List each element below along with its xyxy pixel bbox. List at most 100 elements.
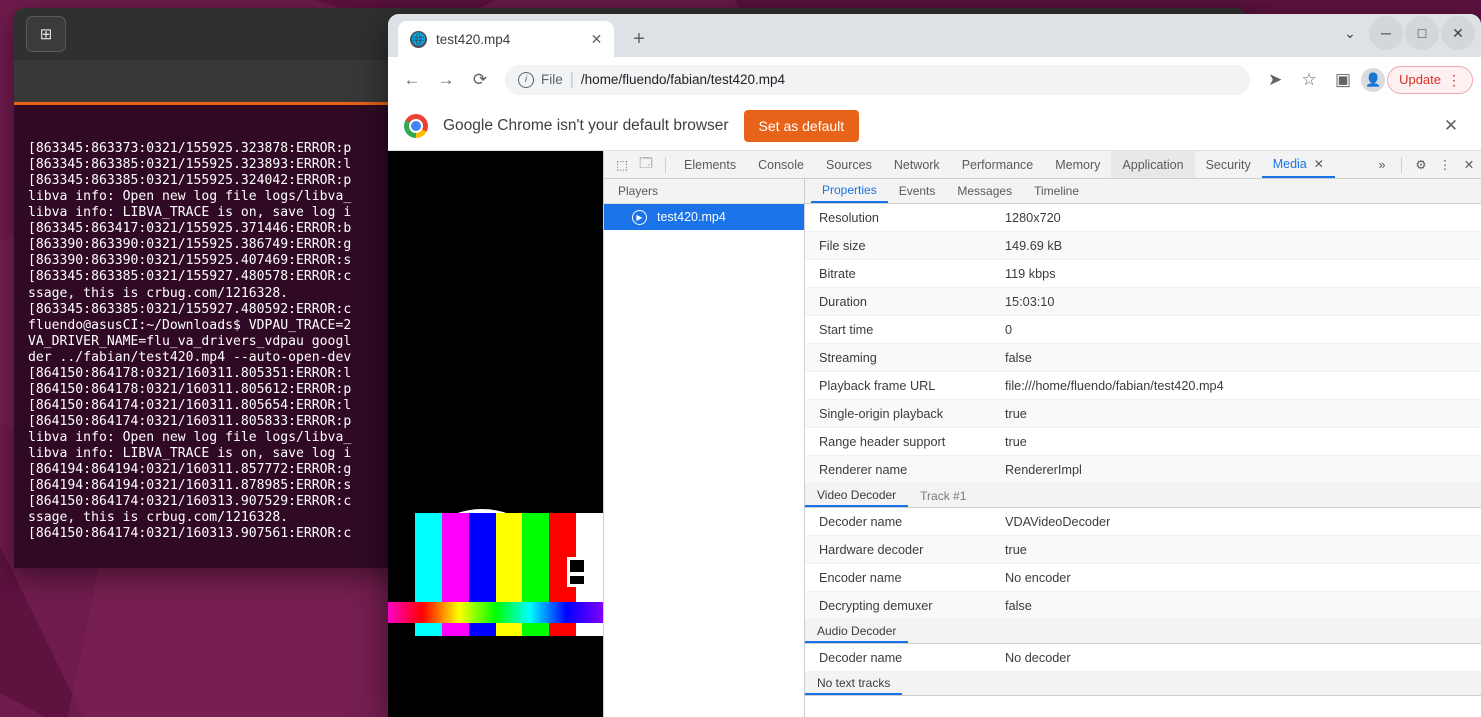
sub-tab-timeline[interactable]: Timeline — [1023, 179, 1090, 203]
property-row[interactable]: Renderer nameRendererImpl — [805, 456, 1481, 484]
property-row[interactable]: Hardware decodertrue — [805, 536, 1481, 564]
inspect-element-icon[interactable]: ⬚ — [610, 154, 634, 176]
section-track-tab[interactable]: Track #1 — [908, 484, 978, 507]
sub-tab-events[interactable]: Events — [888, 179, 947, 203]
color-bar — [469, 513, 496, 610]
devtools-tab-media[interactable]: Media ✕ — [1262, 151, 1335, 178]
set-as-default-button[interactable]: Set as default — [744, 110, 860, 142]
property-row[interactable]: Decrypting demuxerfalse — [805, 592, 1481, 620]
more-tabs-icon[interactable]: » — [1370, 154, 1394, 176]
color-bar — [469, 623, 496, 636]
property-key: Resolution — [807, 211, 1005, 225]
tab-label: Media — [1273, 157, 1307, 171]
property-row[interactable]: Playback frame URLfile:///home/fluendo/f… — [805, 372, 1481, 400]
properties-scroll[interactable]: Resolution1280x720File size149.69 kBBitr… — [805, 204, 1481, 717]
chevron-down-icon[interactable]: ⌄ — [1333, 16, 1367, 50]
property-key: Duration — [807, 295, 1005, 309]
tab-label: Elements — [684, 158, 736, 172]
close-window-button[interactable]: ✕ — [1441, 16, 1475, 50]
url-scheme-label: File — [541, 72, 563, 87]
devtools-tab-console[interactable]: Console — [747, 151, 815, 178]
banner-close-icon[interactable]: ✕ — [1437, 112, 1465, 140]
chrome-logo — [404, 114, 428, 138]
update-button[interactable]: Update ⋮ — [1387, 66, 1473, 94]
minimize-button[interactable]: ─ — [1369, 16, 1403, 50]
property-value: 0 — [1005, 323, 1012, 337]
new-tab-button[interactable]: + — [624, 24, 654, 54]
property-value: 119 kbps — [1005, 267, 1056, 281]
globe-icon: 🌐 — [410, 31, 427, 48]
color-bar — [442, 623, 469, 636]
share-icon[interactable]: ➤ — [1259, 64, 1291, 96]
reload-icon[interactable]: ⟳ — [464, 64, 496, 96]
player-list-item[interactable]: ▶ test420.mp4 — [604, 204, 804, 230]
divider — [1401, 157, 1402, 173]
devtools-tab-memory[interactable]: Memory — [1044, 151, 1111, 178]
devtools-body: Players ▶ test420.mp4 PropertiesEventsMe… — [604, 179, 1481, 717]
forward-icon[interactable]: → — [430, 64, 462, 96]
property-row[interactable]: Resolution1280x720 — [805, 204, 1481, 232]
close-icon[interactable]: ✕ — [587, 30, 606, 49]
devtools-tabbar: ⬚ 🗔 Elements Console SourcesNetworkPerform… — [604, 151, 1481, 179]
color-bar — [442, 513, 469, 610]
tab-label: Console — [758, 158, 804, 172]
gear-icon[interactable]: ⚙ — [1409, 154, 1433, 176]
property-value: 15:03:10 — [1005, 295, 1054, 309]
property-key: Range header support — [807, 435, 1005, 449]
property-row[interactable]: Decoder nameNo decoder — [805, 644, 1481, 672]
sub-tab-messages[interactable]: Messages — [946, 179, 1023, 203]
url-text[interactable]: /home/fluendo/fabian/test420.mp4 — [581, 72, 785, 87]
devtools-tab-sources[interactable]: Sources — [815, 151, 883, 178]
property-value: 149.69 kB — [1005, 239, 1062, 253]
chrome-browser-window[interactable]: 🌐 test420.mp4 ✕ + ⌄ ─ □ ✕ ← → ⟳ i File |… — [388, 14, 1481, 717]
devtools-panel: ⬚ 🗔 Elements Console SourcesNetworkPerform… — [603, 151, 1481, 717]
video-viewport[interactable] — [388, 151, 603, 717]
more-menu-icon[interactable]: ⋮ — [1447, 73, 1461, 87]
device-toolbar-icon[interactable]: 🗔 — [634, 154, 658, 176]
property-row[interactable]: Start time0 — [805, 316, 1481, 344]
tab-label: Security — [1206, 158, 1251, 172]
info-icon[interactable]: i — [518, 72, 534, 88]
devtools-tab-application[interactable]: Application — [1111, 151, 1194, 178]
sub-tab-properties[interactable]: Properties — [811, 179, 888, 203]
color-bar — [388, 513, 415, 610]
section-title[interactable]: Video Decoder — [805, 484, 908, 507]
section-header: Audio Decoder — [805, 620, 1481, 644]
property-row[interactable]: Streamingfalse — [805, 344, 1481, 372]
browser-tab[interactable]: 🌐 test420.mp4 ✕ — [398, 21, 614, 57]
devtools-tab-elements[interactable]: Elements — [673, 151, 747, 178]
property-row[interactable]: Duration15:03:10 — [805, 288, 1481, 316]
property-row[interactable]: Encoder nameNo encoder — [805, 564, 1481, 592]
color-bar — [522, 623, 549, 636]
section-title[interactable]: No text tracks — [805, 672, 902, 695]
bookmark-star-icon[interactable]: ☆ — [1293, 64, 1325, 96]
property-row[interactable]: Single-origin playbacktrue — [805, 400, 1481, 428]
devtools-tab-network[interactable]: Network — [883, 151, 951, 178]
side-panel-icon[interactable]: ▣ — [1327, 64, 1359, 96]
property-value: No encoder — [1005, 571, 1071, 585]
property-value: false — [1005, 599, 1032, 613]
divider — [665, 157, 666, 173]
back-icon[interactable]: ← — [396, 64, 428, 96]
property-key: Decrypting demuxer — [807, 599, 1005, 613]
property-key: Decoder name — [807, 651, 1005, 665]
seven-segment-digit — [567, 557, 587, 587]
terminal-new-tab-icon[interactable]: ⊞ — [26, 16, 66, 52]
close-devtools-icon[interactable]: ✕ — [1457, 154, 1481, 176]
property-row[interactable]: File size149.69 kB — [805, 232, 1481, 260]
address-bar[interactable]: i File | /home/fluendo/fabian/test420.mp… — [505, 65, 1250, 95]
devtools-tab-security[interactable]: Security — [1195, 151, 1262, 178]
color-bar — [522, 513, 549, 610]
section-title[interactable]: Audio Decoder — [805, 620, 908, 643]
property-value: true — [1005, 407, 1027, 421]
more-options-icon[interactable]: ⋮ — [1433, 154, 1457, 176]
property-row[interactable]: Decoder nameVDAVideoDecoder — [805, 508, 1481, 536]
devtools-tab-performance[interactable]: Performance — [951, 151, 1045, 178]
avatar[interactable]: 👤 — [1361, 68, 1385, 92]
property-row[interactable]: Range header supporttrue — [805, 428, 1481, 456]
color-bar — [496, 623, 523, 636]
tab-label: Memory — [1055, 158, 1100, 172]
close-icon[interactable]: ✕ — [1314, 157, 1324, 171]
maximize-button[interactable]: □ — [1405, 16, 1439, 50]
property-row[interactable]: Bitrate119 kbps — [805, 260, 1481, 288]
